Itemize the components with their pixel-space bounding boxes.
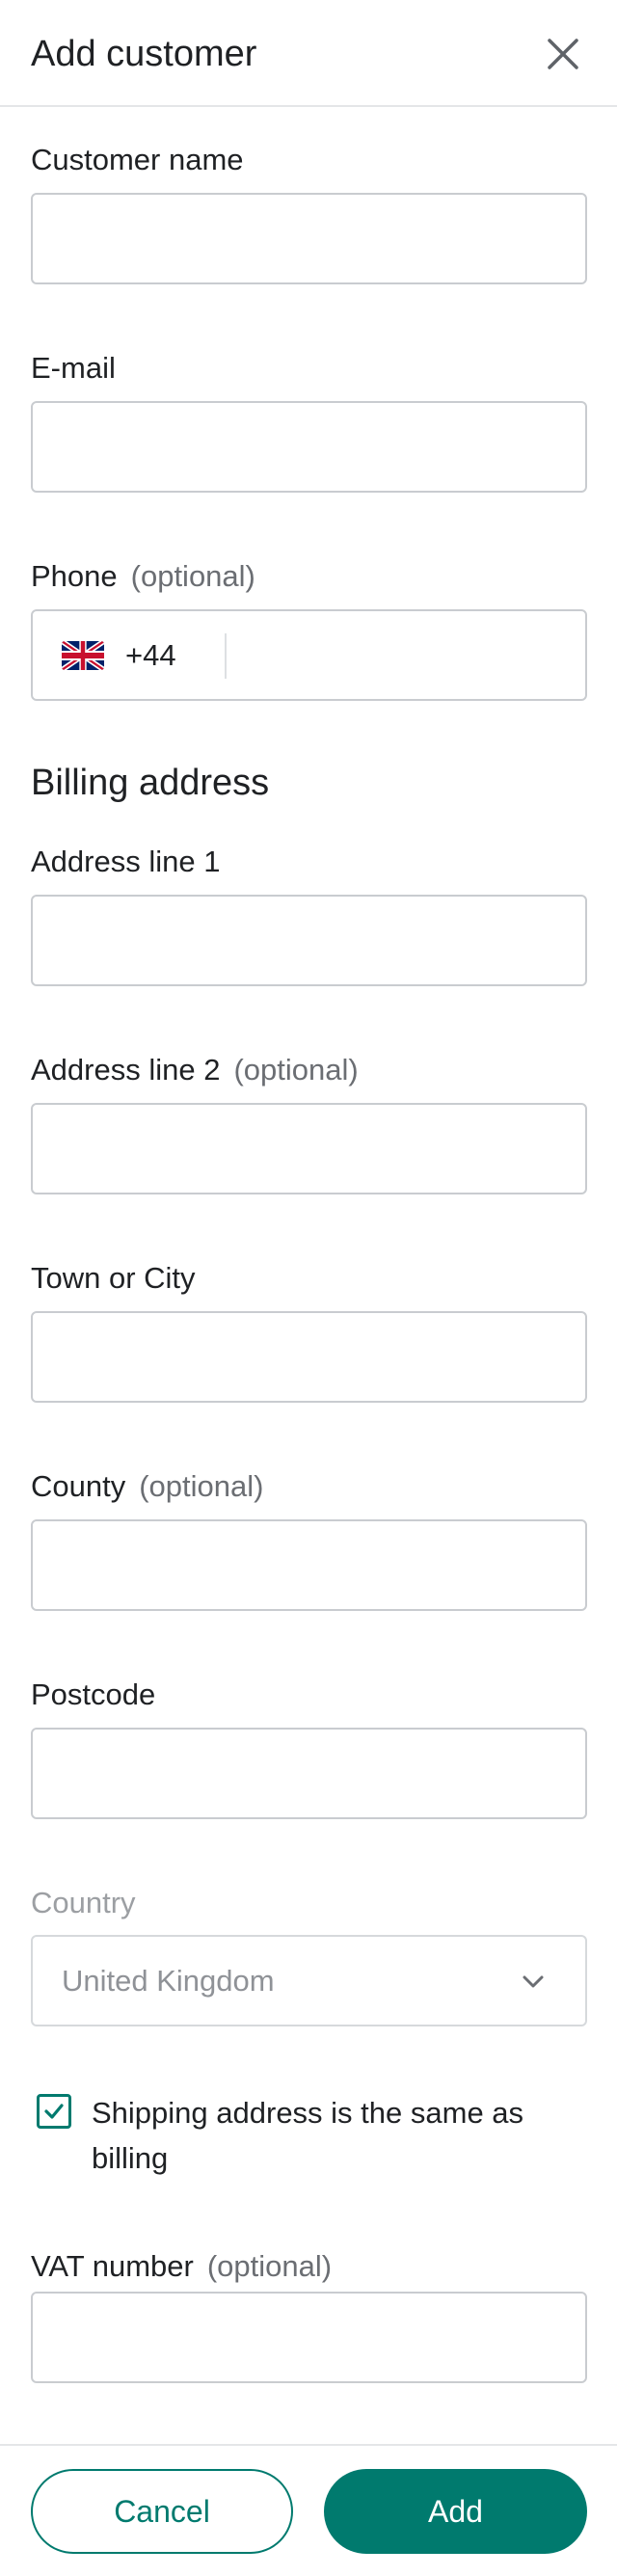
county-label-text: County (31, 1469, 126, 1503)
vat-number-label-text: VAT number (31, 2249, 194, 2283)
customer-name-label: Customer name (31, 143, 244, 177)
county-optional-tag: (optional) (139, 1469, 264, 1503)
dial-code[interactable]: +44 (125, 638, 176, 673)
address-line-2-label-text: Address line 2 (31, 1053, 221, 1087)
phone-divider (225, 633, 227, 679)
dialog-title: Add customer (31, 34, 257, 74)
address-line-1-input[interactable] (31, 895, 587, 986)
country-select[interactable]: United Kingdom (31, 1935, 587, 2026)
phone-optional-tag: (optional) (130, 559, 255, 593)
country-label-text: Country (31, 1886, 136, 1919)
country-label: Country (31, 1886, 136, 1920)
billing-address-heading: Billing address (31, 763, 270, 803)
cancel-button[interactable]: Cancel (31, 2469, 293, 2554)
postcode-label-text: Postcode (31, 1677, 156, 1711)
vat-number-label: VAT number (optional) (31, 2249, 332, 2284)
phone-label-text: Phone (31, 559, 118, 593)
postcode-label: Postcode (31, 1677, 155, 1712)
email-input[interactable] (31, 401, 587, 493)
chevron-down-icon (523, 1975, 544, 1988)
shipping-same-label[interactable]: Shipping address is the same as billing (92, 2090, 583, 2181)
address-line-2-optional-tag: (optional) (233, 1053, 359, 1087)
address-line-1-label-text: Address line 1 (31, 845, 221, 878)
email-label-text: E-mail (31, 351, 116, 385)
dialog-header: Add customer (0, 0, 617, 107)
customer-name-input[interactable] (31, 193, 587, 284)
county-input[interactable] (31, 1519, 587, 1611)
address-line-2-input[interactable] (31, 1103, 587, 1194)
dialog-footer: Cancel Add (0, 2444, 617, 2576)
county-label: County (optional) (31, 1469, 263, 1504)
phone-field: +44 (31, 609, 587, 701)
postcode-input[interactable] (31, 1728, 587, 1819)
uk-flag-icon[interactable] (62, 641, 104, 670)
town-city-label-text: Town or City (31, 1261, 196, 1295)
country-selected-value: United Kingdom (62, 1964, 275, 1998)
phone-number-input[interactable] (240, 613, 587, 697)
town-city-input[interactable] (31, 1311, 587, 1403)
email-label: E-mail (31, 351, 116, 386)
vat-optional-tag: (optional) (206, 2249, 333, 2283)
close-button[interactable] (542, 33, 584, 75)
vat-number-input[interactable] (31, 2292, 587, 2383)
address-line-1-label: Address line 1 (31, 845, 220, 879)
shipping-same-checkbox[interactable] (37, 2094, 71, 2129)
phone-label: Phone (optional) (31, 559, 255, 594)
add-button[interactable]: Add (324, 2469, 587, 2554)
close-icon (548, 39, 578, 69)
town-city-label: Town or City (31, 1261, 196, 1296)
customer-name-label-text: Customer name (31, 143, 244, 176)
checkmark-icon (44, 2104, 64, 2119)
address-line-2-label: Address line 2 (optional) (31, 1053, 359, 1087)
